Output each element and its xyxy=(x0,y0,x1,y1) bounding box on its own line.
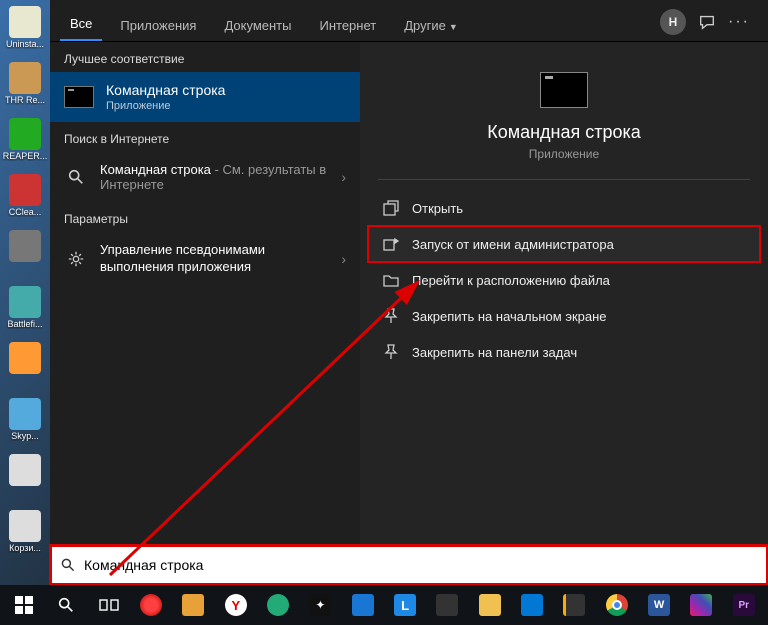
taskbar-app[interactable] xyxy=(639,586,679,624)
chevron-down-icon: ▼ xyxy=(449,22,458,32)
preview-title: Командная строка xyxy=(487,122,641,143)
taskbar-app[interactable] xyxy=(554,586,594,624)
action-pin-start[interactable]: Закрепить на начальном экране xyxy=(368,298,760,334)
taskbar-app[interactable] xyxy=(427,586,467,624)
chrome-icon xyxy=(606,594,628,616)
result-alias-settings[interactable]: Управление псевдонимами выполнения прило… xyxy=(50,232,360,286)
action-run-as-admin[interactable]: Запуск от имени администратора xyxy=(368,226,760,262)
cmd-icon xyxy=(64,86,94,108)
section-settings: Параметры xyxy=(50,202,360,232)
app-icon xyxy=(521,594,543,616)
preview-pane: Командная строка Приложение Открыть Запу… xyxy=(360,42,768,585)
action-pin-taskbar[interactable]: Закрепить на панели задач xyxy=(368,334,760,370)
premiere-icon xyxy=(733,594,755,616)
taskbar-search-button[interactable] xyxy=(46,586,86,624)
desktop-icon[interactable]: Battlefi... xyxy=(5,286,45,336)
user-avatar[interactable]: Н xyxy=(660,9,686,35)
section-web: Поиск в Интернете xyxy=(50,122,360,152)
search-input[interactable] xyxy=(84,557,758,573)
app-icon xyxy=(436,594,458,616)
taskbar xyxy=(0,585,768,625)
app-icon xyxy=(267,594,289,616)
chevron-right-icon: › xyxy=(341,251,346,267)
result-title: Командная строка xyxy=(106,82,346,98)
action-file-location[interactable]: Перейти к расположению файла xyxy=(368,262,760,298)
taskbar-app[interactable] xyxy=(385,586,425,624)
action-open[interactable]: Открыть xyxy=(368,190,760,226)
preview-subtitle: Приложение xyxy=(529,147,599,161)
result-cmd[interactable]: Командная строка Приложение xyxy=(50,72,360,122)
opera-icon xyxy=(140,594,162,616)
more-icon[interactable]: ··· xyxy=(728,13,750,31)
result-web-search[interactable]: Командная строка - См. результаты в Инте… xyxy=(50,152,360,202)
task-view-button[interactable] xyxy=(89,586,129,624)
search-icon xyxy=(64,165,88,189)
chevron-right-icon: › xyxy=(341,169,346,185)
app-icon xyxy=(309,594,331,616)
taskbar-app[interactable] xyxy=(597,586,637,624)
desktop-icon[interactable]: Uninsta... xyxy=(5,6,45,56)
yandex-icon xyxy=(225,594,247,616)
desktop-icon[interactable]: THR Re... xyxy=(5,62,45,112)
results-list: Лучшее соответствие Командная строка При… xyxy=(50,42,360,585)
taskbar-app[interactable] xyxy=(724,586,764,624)
start-button[interactable] xyxy=(4,586,44,624)
preview-actions: Открыть Запуск от имени администратора П… xyxy=(360,180,768,380)
files-icon xyxy=(182,594,204,616)
desktop-icon[interactable]: Skyp... xyxy=(5,398,45,448)
sublime-icon xyxy=(563,594,585,616)
desktop-icon[interactable] xyxy=(5,230,45,280)
pin-icon xyxy=(382,307,400,325)
tab-apps[interactable]: Приложения xyxy=(110,8,206,41)
desktop-icon[interactable]: CClea... xyxy=(5,174,45,224)
taskbar-app[interactable] xyxy=(300,586,340,624)
tab-internet[interactable]: Интернет xyxy=(309,8,386,41)
taskbar-app[interactable] xyxy=(470,586,510,624)
desktop-icon[interactable] xyxy=(5,454,45,504)
paint-icon xyxy=(690,594,712,616)
folder-icon xyxy=(382,271,400,289)
desktop-icon[interactable]: REAPER... xyxy=(5,118,45,168)
taskbar-app[interactable] xyxy=(681,586,721,624)
app-icon xyxy=(394,594,416,616)
tab-other[interactable]: Другие▼ xyxy=(394,8,468,41)
section-best-match: Лучшее соответствие xyxy=(50,42,360,72)
open-icon xyxy=(382,199,400,217)
settings-icon xyxy=(64,247,88,271)
taskbar-app[interactable] xyxy=(216,586,256,624)
taskbar-app[interactable] xyxy=(173,586,213,624)
start-search-panel: Все Приложения Документы Интернет Другие… xyxy=(50,0,768,585)
taskbar-app[interactable] xyxy=(131,586,171,624)
explorer-icon xyxy=(479,594,501,616)
search-box[interactable] xyxy=(50,545,768,585)
desktop-background: Uninsta... THR Re... REAPER... CClea... … xyxy=(0,0,50,585)
tab-all[interactable]: Все xyxy=(60,6,102,41)
desktop-icon[interactable] xyxy=(5,342,45,392)
result-subtitle: Приложение xyxy=(106,100,346,112)
search-tabs: Все Приложения Документы Интернет Другие… xyxy=(50,0,768,42)
cmd-icon xyxy=(540,72,588,108)
taskbar-app[interactable] xyxy=(343,586,383,624)
search-icon xyxy=(60,557,76,573)
word-icon xyxy=(648,594,670,616)
taskbar-app[interactable] xyxy=(512,586,552,624)
desktop-icon[interactable]: Корзи... xyxy=(5,510,45,560)
taskbar-app[interactable] xyxy=(258,586,298,624)
mail-icon xyxy=(352,594,374,616)
pin-icon xyxy=(382,343,400,361)
feedback-icon[interactable] xyxy=(698,13,716,31)
shield-icon xyxy=(382,235,400,253)
tab-documents[interactable]: Документы xyxy=(214,8,301,41)
